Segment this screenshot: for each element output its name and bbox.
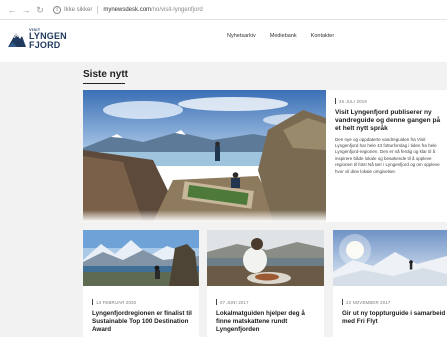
featured-news-card[interactable]: 26 JULI 2019 Visit Lyngenfjord publisere… [83, 90, 447, 222]
news-card-title[interactable]: Lokalmatguiden hjelper deg å finne matsk… [216, 310, 320, 333]
browser-address-bar: ← → ↻ i Ikke sikker mynewsdesk.com/no/vi… [0, 0, 447, 20]
news-card-text: 22 NOVEMBER 2017 Gir ut ny toppturguide … [342, 299, 446, 326]
nav-item-news-archive[interactable]: Nyhetsarkiv [227, 33, 256, 39]
nav-item-media-bank[interactable]: Mediebank [270, 33, 297, 39]
site-header: VISIT LYNGEN FJORD Nyhetsarkiv Mediebank… [0, 20, 447, 62]
news-card-text: 07 JUNI 2017 Lokalmatguiden hjelper deg … [216, 299, 320, 333]
excerpt-fade [83, 210, 447, 222]
section-title-underline [83, 83, 125, 84]
news-card[interactable]: 07 JUNI 2017 Lokalmatguiden hjelper deg … [207, 230, 324, 337]
logo-text: VISIT LYNGEN FJORD [29, 27, 67, 50]
url-divider [97, 5, 99, 14]
date-line: 26 JULI 2019 [335, 98, 443, 104]
news-card-image[interactable] [333, 230, 447, 286]
nav-item-contacts[interactable]: Kontakter [311, 33, 335, 39]
featured-news-date: 26 JULI 2019 [339, 98, 367, 104]
forward-arrow-icon[interactable]: → [21, 4, 31, 16]
url-domain: mynewsdesk.com [103, 6, 152, 13]
featured-news-excerpt: Den nye og oppdaterte vandreguiden fra V… [335, 136, 440, 174]
news-card-title[interactable]: Lyngenfjordregionen er finalist til Sust… [92, 310, 196, 333]
logo-line-fjord: FJORD [29, 40, 61, 50]
date-divider [335, 98, 336, 104]
news-card[interactable]: 22 NOVEMBER 2017 Gir ut ny toppturguide … [333, 230, 447, 337]
date-divider [342, 299, 343, 305]
news-card-date: 13 FEBRUAR 2020 [96, 299, 137, 305]
info-icon[interactable]: i [53, 5, 61, 14]
news-card[interactable]: 13 FEBRUAR 2020 Lyngenfjordregionen er f… [83, 230, 199, 337]
url-path: /no/visit-lyngenfjord [151, 6, 203, 13]
hero-image[interactable] [83, 90, 326, 222]
date-divider [216, 299, 217, 305]
news-card-title[interactable]: Gir ut ny toppturguide i samarbeid med F… [342, 310, 446, 326]
date-line: 22 NOVEMBER 2017 [342, 299, 446, 305]
news-card-date: 22 NOVEMBER 2017 [346, 299, 391, 305]
reload-icon[interactable]: ↻ [35, 4, 45, 16]
news-card-image[interactable] [207, 230, 324, 286]
date-line: 07 JUNI 2017 [216, 299, 320, 305]
section-title: Siste nytt [83, 69, 129, 80]
featured-news-title[interactable]: Visit Lyngenfjord publiserer ny vandregu… [335, 109, 443, 134]
news-card-date: 07 JUNI 2017 [220, 299, 249, 305]
news-card-text: 13 FEBRUAR 2020 Lyngenfjordregionen er f… [92, 299, 196, 333]
security-label: Ikke sikker [64, 6, 93, 13]
news-card-image[interactable] [83, 230, 199, 286]
url-field[interactable]: mynewsdesk.com/no/visit-lyngenfjord [103, 7, 202, 13]
site-logo[interactable]: VISIT LYNGEN FJORD [8, 27, 67, 50]
main-nav: Nyhetsarkiv Mediebank Kontakter [227, 33, 334, 39]
date-line: 13 FEBRUAR 2020 [92, 299, 196, 305]
featured-news-text: 26 JULI 2019 Visit Lyngenfjord publisere… [335, 98, 443, 195]
back-arrow-icon[interactable]: ← [7, 4, 17, 16]
mountain-logo-icon [8, 33, 26, 47]
date-divider [92, 299, 93, 305]
